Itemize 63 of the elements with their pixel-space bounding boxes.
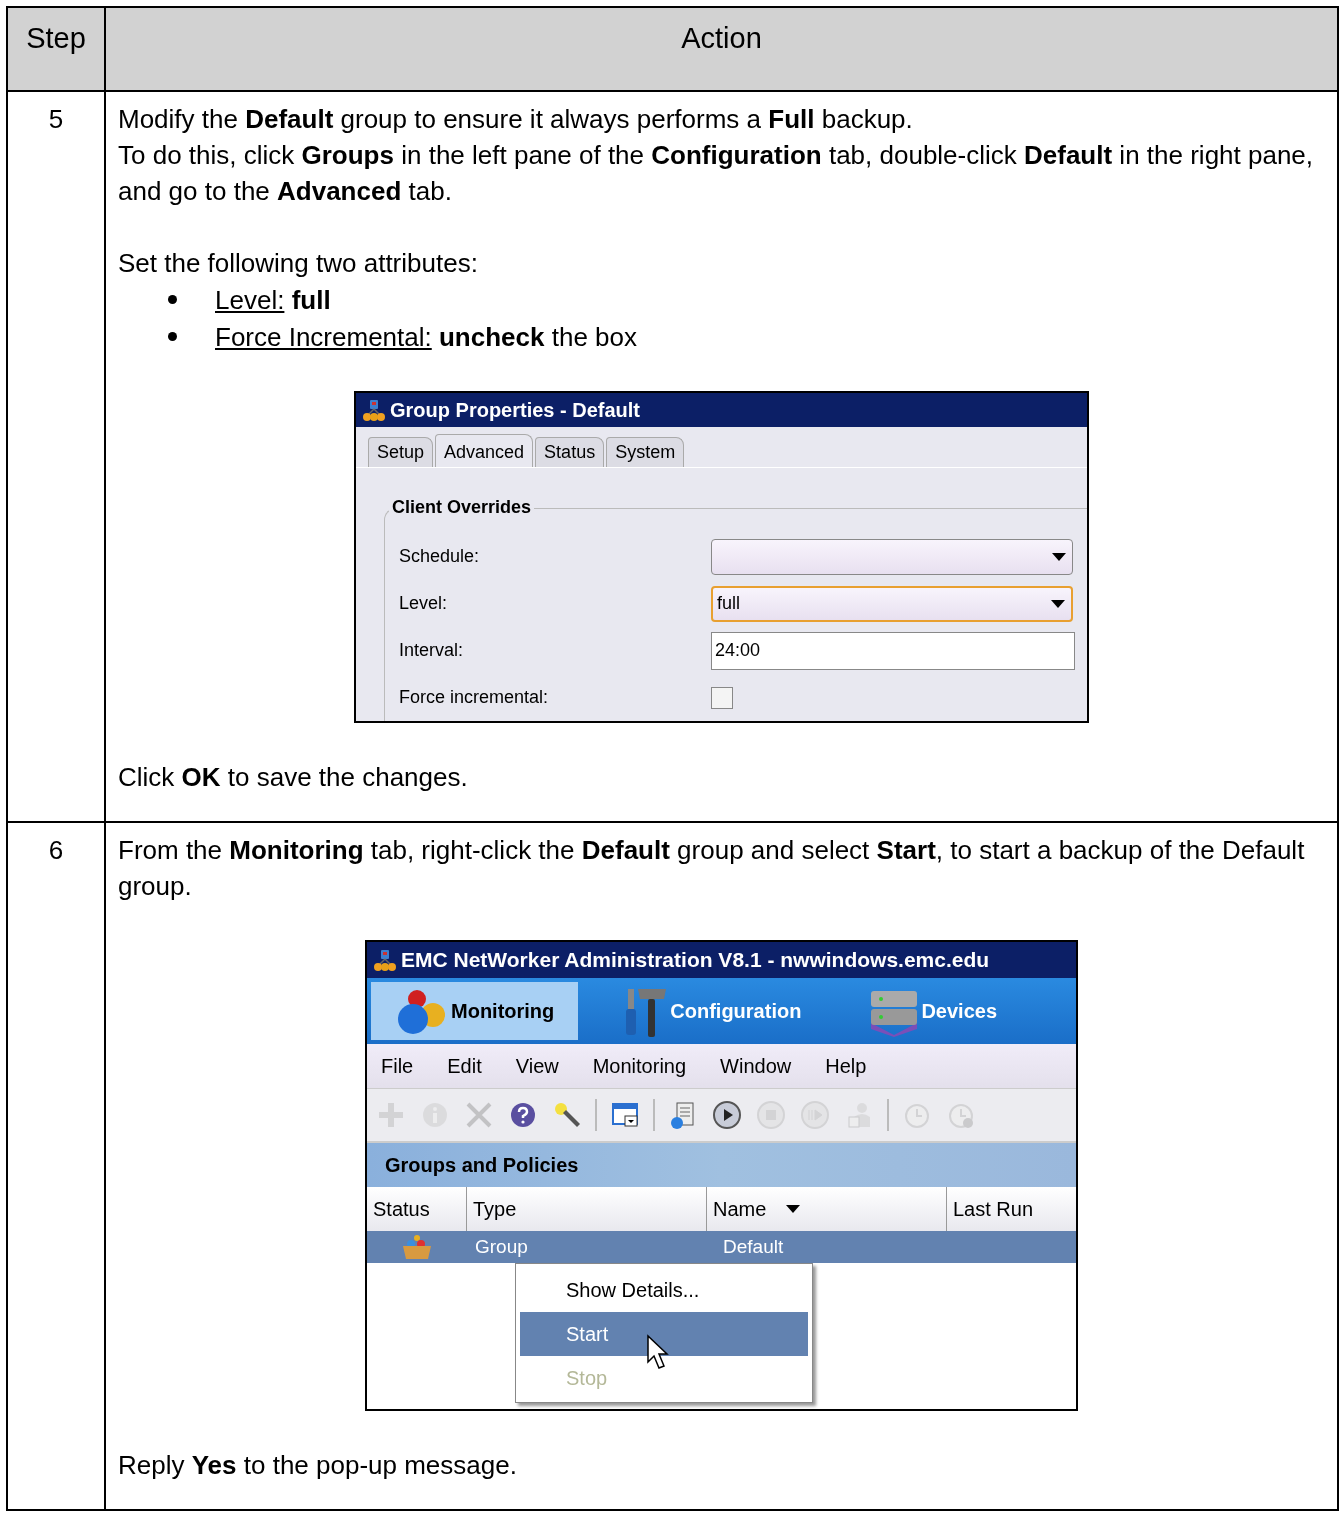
dropdown[interactable]: full (711, 585, 1073, 622)
column-header: Action (105, 7, 1338, 91)
app-logo-icon (373, 948, 397, 972)
field-label: Force incremental: (399, 687, 550, 708)
tab[interactable]: Setup (368, 437, 434, 467)
person-icon (845, 1101, 873, 1129)
step-number: 6 (7, 822, 105, 1510)
field-label: Schedule: (399, 546, 481, 567)
toolbar-button[interactable] (711, 1099, 743, 1131)
bullet-text: Level: full (215, 283, 331, 317)
bullet-icon (168, 332, 177, 341)
stop-icon (757, 1101, 785, 1129)
skip-icon (801, 1101, 829, 1129)
nav-tab[interactable]: Devices (843, 982, 1022, 1040)
tab[interactable]: Status (535, 437, 605, 467)
sort-caret-icon (786, 1205, 801, 1213)
checkbox[interactable] (711, 686, 733, 709)
help-icon (509, 1101, 537, 1129)
clock-icon (947, 1101, 975, 1129)
menu-item[interactable]: Help (825, 1054, 867, 1078)
column-header[interactable]: Last Run (947, 1187, 1076, 1231)
instruction-text: From the Monitoring tab, right-click the Default group and select Start, to start a backup of the Default group. (118, 834, 1306, 903)
flashlight-icon (553, 1101, 581, 1129)
step-number: 5 (7, 91, 105, 822)
clock-icon (903, 1101, 931, 1129)
field-label: Level: (399, 593, 449, 614)
table-row[interactable]: Group Default (367, 1231, 1076, 1263)
table-cell-text: Group (474, 1235, 529, 1259)
plus-icon (377, 1101, 405, 1129)
menu-item[interactable]: File (381, 1054, 414, 1078)
column-header: Step (7, 7, 105, 91)
panel-header: Groups and Policies (367, 1143, 1076, 1187)
instruction-text: Set the following two attributes: (118, 247, 479, 280)
instruction-text: Click OK to save the changes. (118, 761, 469, 794)
instruction-text: Modify the Default group to ensure it always performs a Full backup. (118, 103, 914, 136)
app-logo-icon (362, 398, 386, 422)
play-icon (713, 1101, 741, 1129)
document-icon (669, 1101, 697, 1129)
caret-icon (1052, 552, 1066, 561)
menu-item[interactable]: Window (720, 1054, 792, 1078)
bullet-text: Force Incremental: uncheck the box (215, 320, 637, 354)
bullet-icon (168, 295, 177, 304)
window-icon (611, 1101, 639, 1129)
instruction-text: Reply Yes to the pop-up message. (118, 1449, 518, 1482)
basket-icon (401, 1234, 433, 1260)
input-field[interactable]: 24:00 (711, 631, 1075, 670)
dropdown[interactable] (711, 538, 1073, 575)
tab[interactable]: System (606, 437, 685, 467)
instruction-text: To do this, click Groups in the left pane of the Configuration tab, double-click Default in the right pane, and go to the Advanced tab. (118, 139, 1315, 208)
table-cell-text: Default (722, 1235, 785, 1259)
cursor-icon (646, 1334, 670, 1370)
tab[interactable]: Advanced (435, 434, 534, 467)
window-title: Group Properties - Default (390, 398, 641, 422)
caret-icon (1051, 599, 1065, 608)
menu-item[interactable]: Monitoring (592, 1054, 687, 1078)
menu-item[interactable]: Show Details... (520, 1268, 808, 1312)
nav-tab[interactable]: Monitoring (371, 982, 579, 1040)
window-title: EMC NetWorker Administration V8.1 - nwwindows.emc.edu (401, 948, 990, 972)
field-label: Interval: (399, 640, 465, 661)
menu-item[interactable]: Edit (447, 1054, 482, 1078)
close-icon (465, 1101, 493, 1129)
nav-tab[interactable]: Configuration (596, 982, 826, 1040)
menu-item[interactable]: View (515, 1054, 559, 1078)
